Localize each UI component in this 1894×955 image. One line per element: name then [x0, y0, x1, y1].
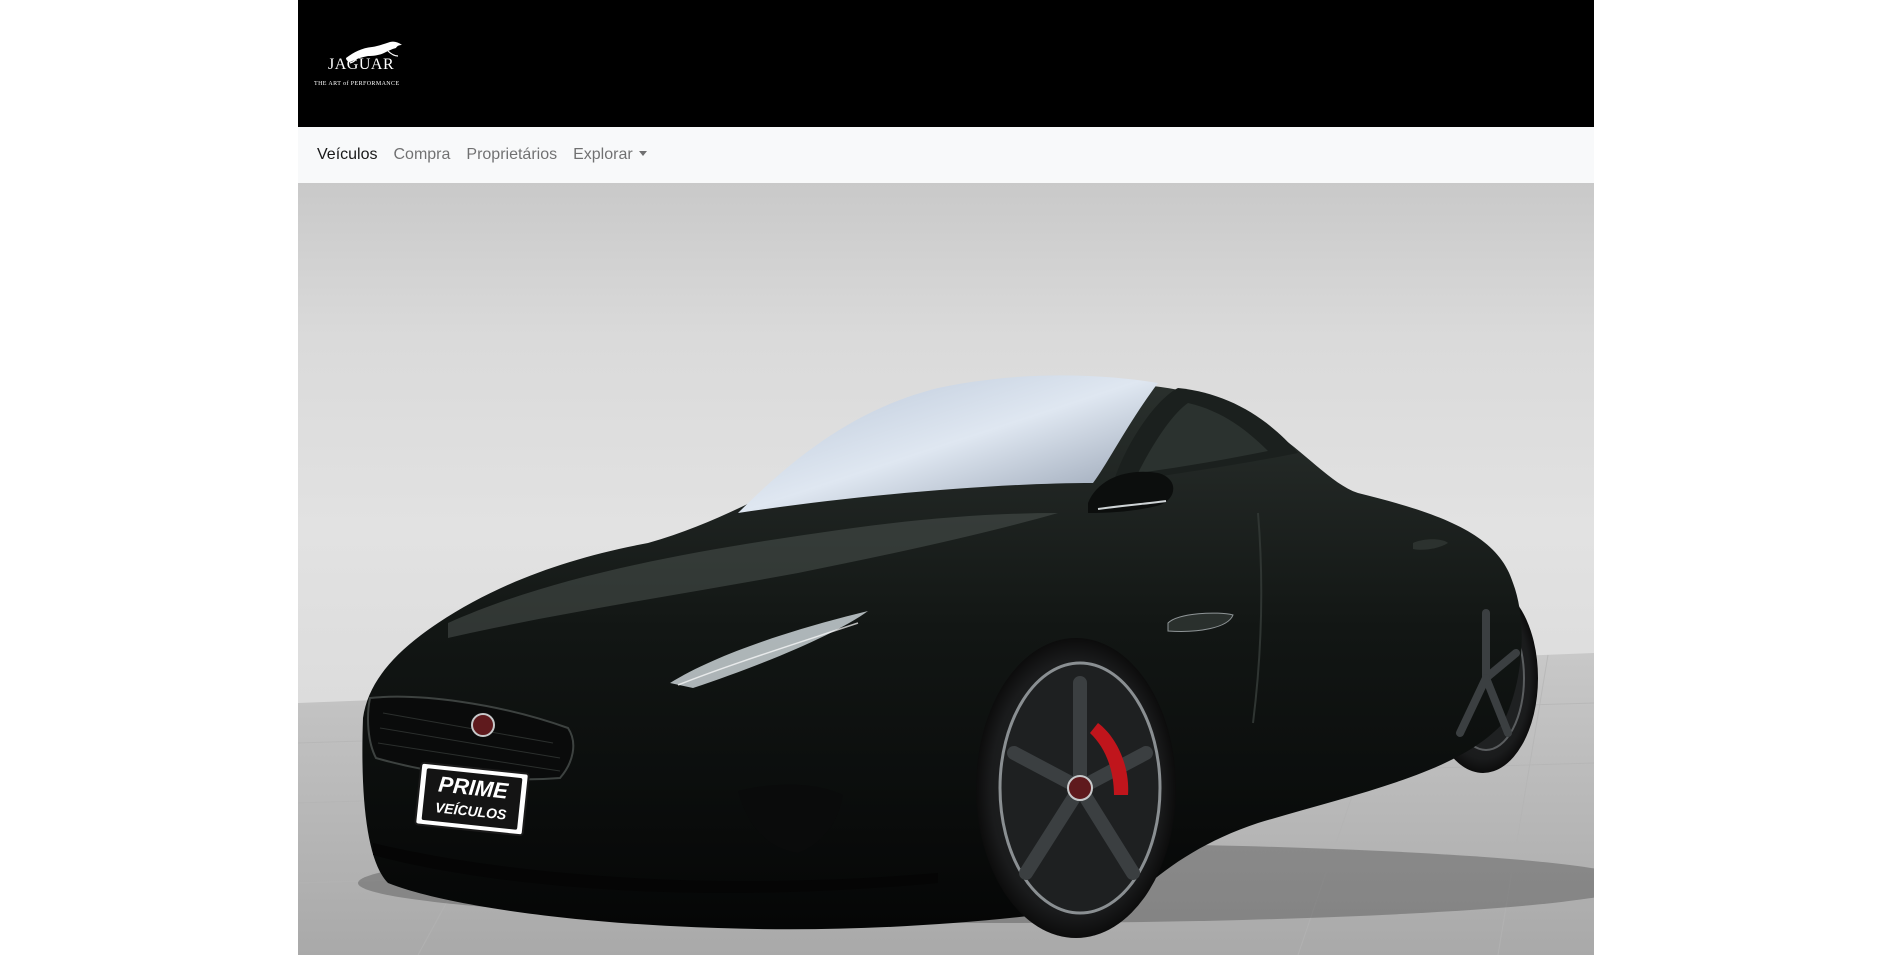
- jaguar-logo[interactable]: JAGUAR THE ART of PERFORMANCE: [314, 38, 410, 94]
- nav-item-explorar[interactable]: Explorar: [565, 143, 655, 167]
- nav-item-explorar-label: Explorar: [573, 146, 633, 163]
- logo-wordmark: JAGUAR: [328, 56, 395, 73]
- main-navbar: Veículos Compra Proprietários Explorar: [298, 127, 1594, 183]
- license-plate: PRIME VEÍCULOS: [414, 761, 530, 837]
- chevron-down-icon: [638, 151, 647, 156]
- nav-item-compra[interactable]: Compra: [385, 143, 458, 167]
- logo-tagline: THE ART of PERFORMANCE: [314, 81, 400, 87]
- page-container: JAGUAR THE ART of PERFORMANCE Veículos C…: [298, 0, 1594, 955]
- hero-image: PRIME VEÍCULOS: [298, 183, 1594, 955]
- site-header: JAGUAR THE ART of PERFORMANCE: [298, 0, 1594, 127]
- nav-item-veiculos[interactable]: Veículos: [309, 143, 385, 167]
- nav-item-proprietarios[interactable]: Proprietários: [458, 143, 565, 167]
